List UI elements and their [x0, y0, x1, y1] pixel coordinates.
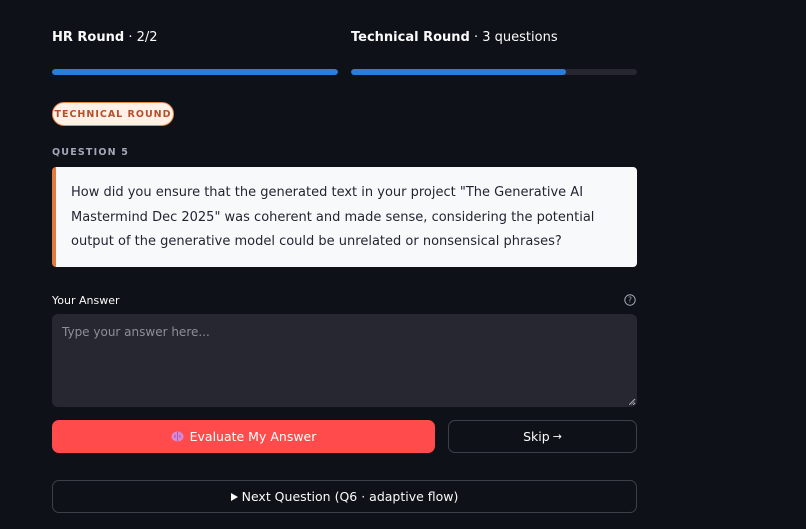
skip-button[interactable]: Skip →	[448, 420, 637, 453]
hr-round-label: HR Round · 2/2	[52, 30, 158, 46]
svg-text:?: ?	[628, 296, 632, 305]
technical-round-detail: · 3 questions	[469, 30, 558, 45]
question-card: How did you ensure that the generated te…	[52, 167, 637, 267]
arrow-right-icon: →	[552, 430, 562, 443]
hr-round-progress-bar	[52, 69, 338, 75]
next-question-label: Next Question (Q6 · adaptive flow)	[241, 489, 459, 504]
interview-page: HR Round · 2/2 Technical Round · 3 quest…	[0, 0, 806, 529]
skip-label: Skip	[523, 429, 550, 444]
evaluate-answer-button[interactable]: Evaluate My Answer	[52, 420, 435, 453]
technical-round-title: Technical Round	[351, 30, 470, 45]
next-question-button[interactable]: Next Question (Q6 · adaptive flow)	[52, 480, 637, 513]
technical-round-label: Technical Round · 3 questions	[351, 30, 558, 46]
question-circle-icon[interactable]: ?	[624, 294, 636, 306]
play-icon	[230, 492, 238, 501]
question-number: QUESTION 5	[52, 147, 130, 158]
brain-icon	[171, 431, 184, 442]
answer-label: Your Answer	[52, 294, 120, 307]
technical-round-progress-bar	[351, 69, 637, 75]
hr-round-detail: · 2/2	[124, 30, 158, 45]
resize-handle-icon[interactable]	[628, 398, 635, 405]
hr-round-progress-fill	[52, 69, 338, 75]
hr-round-title: HR Round	[52, 30, 125, 45]
question-text: How did you ensure that the generated te…	[71, 185, 595, 249]
evaluate-answer-label: Evaluate My Answer	[189, 429, 317, 444]
answer-input[interactable]	[52, 314, 637, 407]
technical-round-progress-fill	[351, 69, 566, 75]
round-badge: TECHNICAL ROUND	[52, 102, 174, 126]
